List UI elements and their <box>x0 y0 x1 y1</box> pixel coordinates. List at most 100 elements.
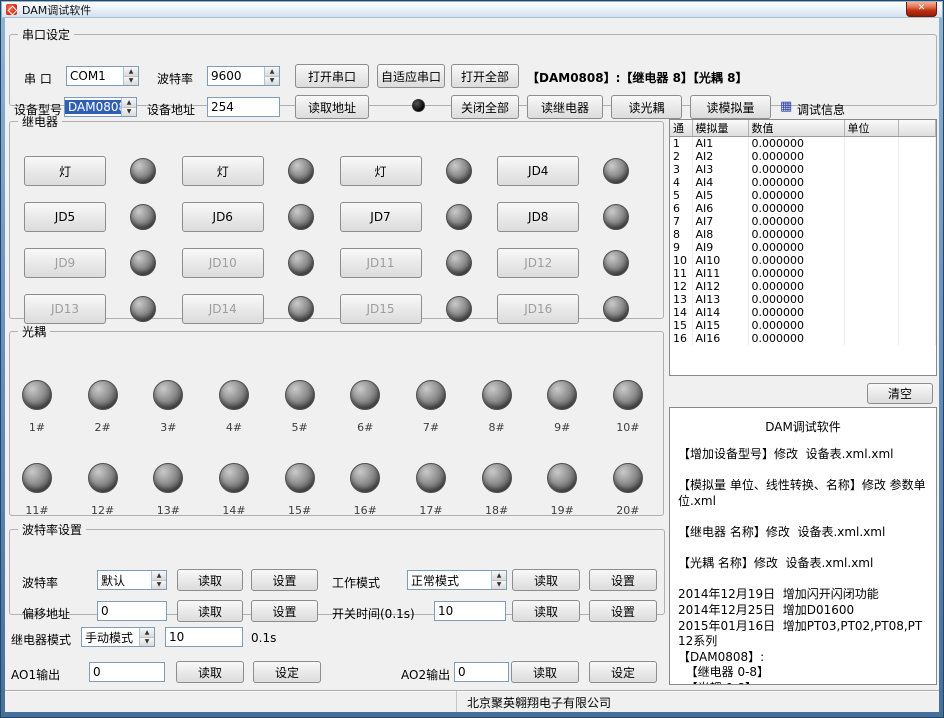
debug-info-label[interactable]: 调试信息 <box>797 101 845 118</box>
ao1-output-input[interactable] <box>90 663 164 681</box>
relay-button-9[interactable]: JD9 <box>24 248 106 278</box>
cell-unit <box>844 306 898 319</box>
relay-button-11[interactable]: JD11 <box>340 248 422 278</box>
relay-button-7[interactable]: JD7 <box>340 202 422 232</box>
table-header[interactable]: 模拟量 <box>692 120 748 137</box>
relay-button-12[interactable]: JD12 <box>497 248 579 278</box>
combo-spinner[interactable]: ▲▼ <box>151 571 166 589</box>
combo-spinner[interactable]: ▲▼ <box>264 67 279 85</box>
open-serial-button[interactable]: 打开串口 <box>295 64 369 88</box>
set-offset-button[interactable]: 设置 <box>251 600 318 622</box>
spin-up-icon[interactable]: ▲ <box>122 98 136 107</box>
set-ao2-button[interactable]: 设定 <box>589 661 657 683</box>
opto-label: 10# <box>616 421 639 434</box>
table-row: 3AI30.000000 <box>670 163 936 176</box>
cell-value: 0.000000 <box>748 215 844 228</box>
spin-up-icon[interactable]: ▲ <box>492 571 506 580</box>
table-header[interactable]: 通 <box>670 120 692 137</box>
window-title: DAM调试软件 <box>22 2 91 18</box>
relay-button-15[interactable]: JD15 <box>340 294 422 324</box>
relay-mode-combo[interactable]: 手动模式 ▲▼ <box>81 627 155 647</box>
relay-button-8[interactable]: JD8 <box>497 202 579 232</box>
set-ao1-button[interactable]: 设定 <box>253 661 321 683</box>
relay-button-3[interactable]: 灯 <box>340 156 422 186</box>
relay-button-1[interactable]: 灯 <box>24 156 106 186</box>
read-switchtime-button[interactable]: 读取 <box>512 600 580 622</box>
opto-led-8 <box>482 380 512 410</box>
debug-grid-icon[interactable]: ▦ <box>780 99 792 114</box>
relay-button-4[interactable]: JD4 <box>497 156 579 186</box>
baud-settings-group: 波特率设置 波特率 默认 ▲▼ 读取 设置 工作模式 正常模式 ▲▼ 读取 设置… <box>9 521 665 615</box>
spin-down-icon[interactable]: ▼ <box>124 76 138 86</box>
read-analog-button[interactable]: 读模拟量 <box>690 95 771 119</box>
read-workmode-button[interactable]: 读取 <box>512 569 580 591</box>
cell-unit <box>844 215 898 228</box>
relay-button-10[interactable]: JD10 <box>182 248 264 278</box>
baud-rate-combo[interactable]: 9600 ▲▼ <box>207 66 280 86</box>
relay-button-2[interactable]: 灯 <box>182 156 264 186</box>
cell-unit <box>844 332 898 345</box>
clear-button[interactable]: 清空 <box>867 383 933 404</box>
baud-select-combo[interactable]: 默认 ▲▼ <box>97 570 167 590</box>
close-button[interactable]: ✕ <box>906 2 937 17</box>
cell-unit <box>844 319 898 332</box>
relay-led-14 <box>288 296 314 322</box>
ao2-output-label: AO2输出 <box>401 666 450 683</box>
ao2-output-input[interactable] <box>455 663 508 681</box>
relay-button-16[interactable]: JD16 <box>497 294 579 324</box>
spin-down-icon[interactable]: ▼ <box>140 637 154 647</box>
set-baud-button[interactable]: 设置 <box>251 569 318 591</box>
relay-led-15 <box>446 296 472 322</box>
opto-label: 15# <box>288 504 311 517</box>
relay-cell: JD11 <box>340 248 498 278</box>
spin-down-icon[interactable]: ▼ <box>265 76 279 86</box>
relay-button-13[interactable]: JD13 <box>24 294 106 324</box>
work-mode-value: 正常模式 <box>408 572 491 589</box>
table-row: 8AI80.000000 <box>670 228 936 241</box>
relay-time-unit-label: 0.1s <box>251 631 276 645</box>
offset-address-input[interactable] <box>98 602 166 620</box>
work-mode-combo[interactable]: 正常模式 ▲▼ <box>407 570 507 590</box>
table-row: 11AI110.000000 <box>670 267 936 280</box>
spin-up-icon[interactable]: ▲ <box>124 67 138 76</box>
read-offset-button[interactable]: 读取 <box>177 600 243 622</box>
read-baud-button[interactable]: 读取 <box>177 569 243 591</box>
cell-value: 0.000000 <box>748 189 844 202</box>
table-header[interactable]: 数值 <box>748 120 844 137</box>
read-ao2-button[interactable]: 读取 <box>511 661 579 683</box>
cell-value: 0.000000 <box>748 293 844 306</box>
combo-spinner[interactable]: ▲▼ <box>123 67 138 85</box>
read-ao1-button[interactable]: 读取 <box>176 661 244 683</box>
spin-up-icon[interactable]: ▲ <box>265 67 279 76</box>
combo-spinner[interactable]: ▲▼ <box>139 628 154 646</box>
app-window: DAM调试软件 ✕ 串口设定 串 口 COM1 ▲▼ 波特率 9600 ▲▼ 打… <box>0 0 944 718</box>
spin-up-icon[interactable]: ▲ <box>140 628 154 637</box>
spin-down-icon[interactable]: ▼ <box>492 580 506 590</box>
open-all-button[interactable]: 打开全部 <box>451 64 519 88</box>
spin-up-icon[interactable]: ▲ <box>152 571 166 580</box>
cell-name: AI8 <box>692 228 748 241</box>
relay-mode-label: 继电器模式 <box>11 631 71 648</box>
relay-cell: JD9 <box>24 248 182 278</box>
relay-button-5[interactable]: JD5 <box>24 202 106 232</box>
set-switchtime-button[interactable]: 设置 <box>589 600 657 622</box>
spin-down-icon[interactable]: ▼ <box>152 580 166 590</box>
relay-button-6[interactable]: JD6 <box>182 202 264 232</box>
relay-cell: 灯 <box>24 156 182 186</box>
table-row: 6AI60.000000 <box>670 202 936 215</box>
relay-button-14[interactable]: JD14 <box>182 294 264 324</box>
analog-table: 通 模拟量 数值 单位 1AI10.000000 2AI20.000000 3A… <box>669 119 937 376</box>
opto-cell: 3# <box>145 380 191 434</box>
table-row: 5AI50.000000 <box>670 189 936 202</box>
table-header[interactable]: 单位 <box>844 120 898 137</box>
info-body: 【增加设备型号】修改 设备表.xml.xml 【模拟量 单位、线性转换、名称】修… <box>678 447 928 685</box>
serial-port-combo[interactable]: COM1 ▲▼ <box>66 66 139 86</box>
adaptive-serial-button[interactable]: 自适应串口 <box>377 64 445 88</box>
set-workmode-button[interactable]: 设置 <box>589 569 657 591</box>
relay-time-input[interactable] <box>166 628 242 646</box>
opto-label: 8# <box>488 421 504 434</box>
switch-time-input[interactable] <box>435 602 505 620</box>
combo-spinner[interactable]: ▲▼ <box>491 571 506 589</box>
cell-channel: 5 <box>670 189 692 202</box>
cell-channel: 2 <box>670 150 692 163</box>
